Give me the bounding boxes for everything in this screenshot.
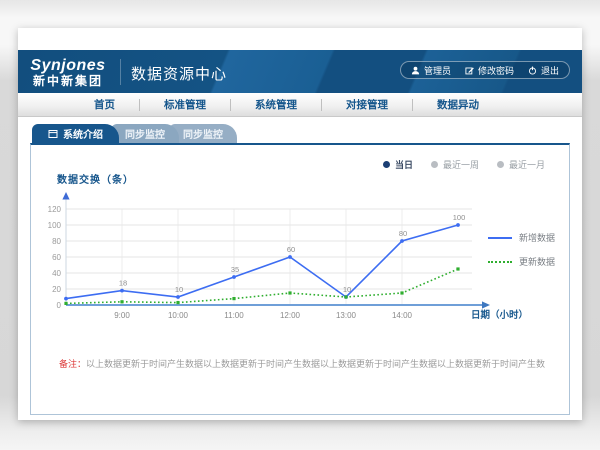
radio-icon	[383, 161, 390, 168]
company-logo: Synjones 新中新集团	[18, 56, 118, 87]
tab-sync-monitor-1[interactable]: 同步监控	[111, 124, 179, 143]
window-icon	[48, 129, 58, 139]
logout-button[interactable]: 退出	[528, 64, 559, 77]
chart-legend: 新增数据 更新数据	[488, 231, 555, 268]
svg-text:60: 60	[52, 253, 61, 262]
header-divider	[120, 59, 121, 85]
svg-text:35: 35	[231, 265, 239, 274]
filter-label: 最近一月	[509, 158, 545, 171]
screenshot-stage: Synjones 新中新集团 数据资源中心 管理员	[0, 0, 600, 450]
svg-text:11:00: 11:00	[224, 311, 244, 320]
tab-label: 同步监控	[183, 126, 223, 141]
nav-item-standard-mgmt[interactable]: 标准管理	[140, 97, 230, 112]
tab-label: 系统介绍	[63, 126, 103, 141]
legend-label: 更新数据	[519, 255, 555, 268]
footnote: 备注：以上数据更新于时间产生数据以上数据更新于时间产生数据以上数据更新于时间产生…	[59, 357, 545, 370]
svg-text:120: 120	[48, 205, 62, 214]
svg-text:18: 18	[119, 279, 127, 288]
user-name-label: 管理员	[424, 64, 451, 77]
tab-sync-monitor-2[interactable]: 同步监控	[169, 124, 237, 143]
svg-text:80: 80	[399, 229, 407, 238]
filter-today[interactable]: 当日	[383, 158, 413, 171]
filter-last-week[interactable]: 最近一周	[431, 158, 479, 171]
nav-item-home[interactable]: 首页	[70, 97, 139, 112]
radio-icon	[431, 161, 438, 168]
filter-label: 最近一周	[443, 158, 479, 171]
chart-container: 0 20 40 60 80 100 120 9:00 10:00 11:00 12:00 13:00 1…	[36, 187, 556, 332]
browser-page: Synjones 新中新集团 数据资源中心 管理员	[18, 28, 582, 420]
power-icon	[528, 66, 537, 75]
svg-text:10:00: 10:00	[168, 311, 189, 320]
app-header: Synjones 新中新集团 数据资源中心 管理员	[18, 50, 582, 93]
svg-text:40: 40	[52, 269, 61, 278]
logo-text-cn: 新中新集团	[18, 75, 118, 88]
current-user[interactable]: 管理员	[411, 64, 451, 77]
svg-text:0: 0	[57, 301, 62, 310]
svg-text:14:00: 14:00	[392, 311, 413, 320]
tab-label: 同步监控	[125, 126, 165, 141]
svg-text:12:00: 12:00	[280, 311, 301, 320]
chart-y-axis-title: 数据交换（条）	[57, 171, 134, 186]
filter-label: 当日	[395, 158, 413, 171]
chart-panel: 当日 最近一周 最近一月 数据交换（条） 0 20 40 60 80 100 120 9:00…	[30, 143, 570, 415]
solid-line-swatch	[488, 237, 512, 239]
change-password-label: 修改密码	[478, 64, 514, 77]
user-icon	[411, 66, 420, 75]
svg-text:100: 100	[453, 213, 466, 222]
legend-new-data[interactable]: 新增数据	[488, 231, 555, 244]
svg-text:20: 20	[52, 285, 61, 294]
change-password-button[interactable]: 修改密码	[465, 64, 514, 77]
footnote-text: 以上数据更新于时间产生数据以上数据更新于时间产生数据以上数据更新于时间产生数据以…	[86, 359, 545, 369]
dotted-line-swatch	[488, 261, 512, 263]
tab-bar: 系统介绍 同步监控 同步监控	[30, 124, 570, 143]
svg-text:10: 10	[343, 285, 351, 294]
svg-text:100: 100	[48, 221, 62, 230]
svg-text:9:00: 9:00	[114, 311, 130, 320]
nav-item-docking-mgmt[interactable]: 对接管理	[322, 97, 412, 112]
time-range-filter: 当日 最近一周 最近一月	[383, 158, 545, 171]
svg-text:60: 60	[287, 245, 295, 254]
user-menu: 管理员 修改密码 退出	[400, 61, 570, 79]
logo-text-en: Synjones	[18, 58, 118, 75]
logout-label: 退出	[541, 64, 559, 77]
content-area: 系统介绍 同步监控 同步监控 当日 最近一周	[18, 124, 582, 415]
app-title: 数据资源中心	[131, 59, 227, 84]
svg-text:13:00: 13:00	[336, 311, 357, 320]
svg-text:80: 80	[52, 237, 61, 246]
page-top-space	[18, 28, 582, 50]
main-nav: 首页 标准管理 系统管理 对接管理 数据异动	[18, 93, 582, 117]
legend-label: 新增数据	[519, 231, 555, 244]
nav-item-system-mgmt[interactable]: 系统管理	[231, 97, 321, 112]
tab-system-intro[interactable]: 系统介绍	[32, 124, 119, 143]
svg-text:10: 10	[175, 285, 183, 294]
filter-last-month[interactable]: 最近一月	[497, 158, 545, 171]
legend-updated-data[interactable]: 更新数据	[488, 255, 555, 268]
edit-icon	[465, 66, 474, 75]
line-chart: 0 20 40 60 80 100 120 9:00 10:00 11:00 12:00 13:00 1…	[36, 187, 556, 327]
nav-item-data-change[interactable]: 数据异动	[413, 97, 503, 112]
radio-icon	[497, 161, 504, 168]
svg-text:日期（小时）: 日期（小时）	[471, 309, 528, 321]
footnote-prefix: 备注：	[59, 359, 86, 369]
